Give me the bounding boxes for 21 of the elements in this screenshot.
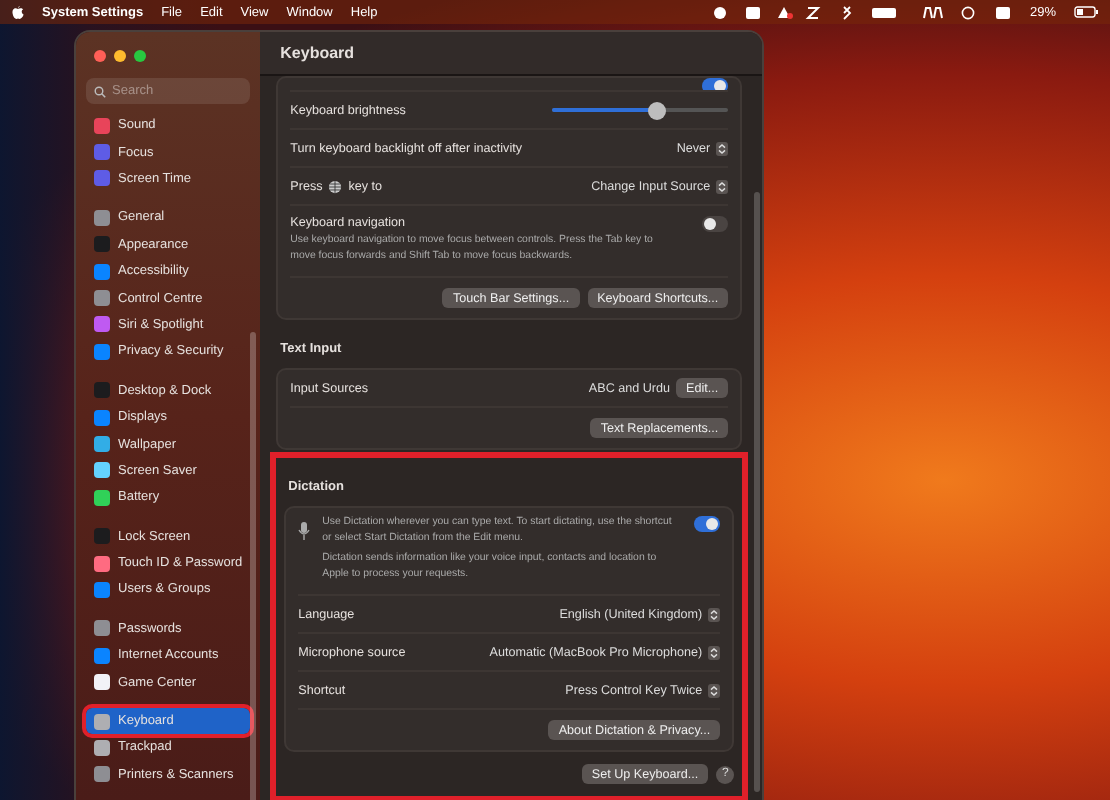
up-down-chevron-icon [708, 645, 721, 659]
toggle-switch[interactable] [702, 216, 729, 232]
up-down-chevron-icon [716, 141, 729, 155]
toggle-switch[interactable] [702, 78, 729, 90]
up-down-chevron-icon [716, 179, 729, 193]
up-down-chevron-icon [708, 683, 721, 697]
toggle-switch[interactable] [694, 516, 721, 532]
search-icon [94, 85, 106, 98]
apple-logo-icon[interactable] [12, 5, 24, 19]
zoom-button[interactable] [134, 49, 146, 61]
up-down-chevron-icon [708, 607, 721, 621]
microphone-icon [298, 522, 311, 540]
window-title: Keyboard [260, 32, 762, 76]
slider-thumb[interactable] [648, 101, 667, 119]
scrollbar[interactable] [754, 192, 761, 792]
status-menu-icons-drawing[interactable] [711, 5, 1012, 19]
globe-icon [328, 179, 343, 193]
close-button[interactable] [94, 49, 106, 61]
scrollbar[interactable] [250, 332, 257, 800]
battery-icon[interactable] [1074, 6, 1098, 18]
minimize-button[interactable] [114, 49, 126, 61]
